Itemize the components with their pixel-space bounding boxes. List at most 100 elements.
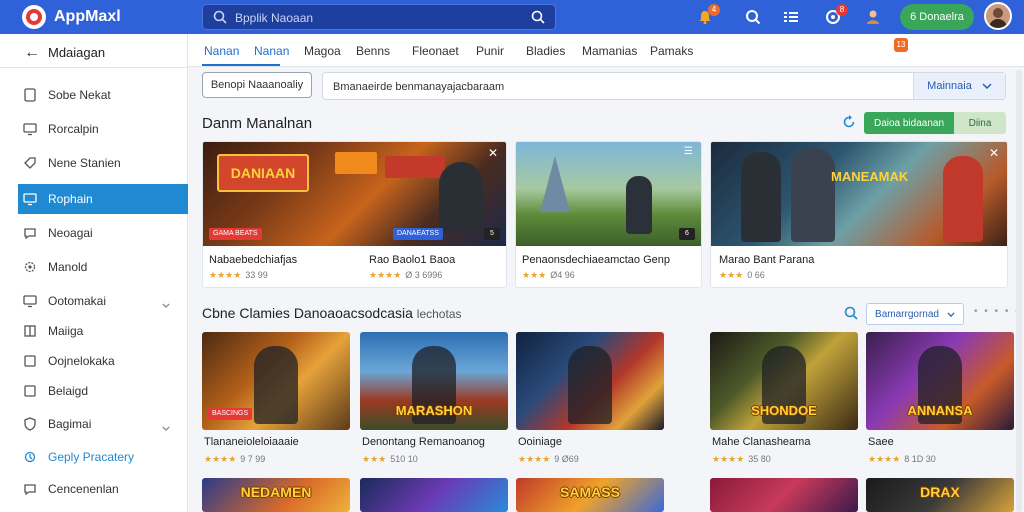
back-row[interactable]: ← Mdaiagan bbox=[0, 34, 188, 68]
tab-item[interactable]: Bladies bbox=[526, 44, 565, 58]
game-card-image: SHONDOE bbox=[710, 332, 858, 430]
section1-action-main[interactable]: Daioa bidaanan bbox=[864, 112, 954, 134]
featured-card-3[interactable]: MANEAMAK ✕ Marao Bant Parana ★★★ 0 66 bbox=[710, 141, 1008, 288]
sidebar-item[interactable]: Neoagai bbox=[18, 218, 188, 248]
search-bar[interactable]: Bpplik Naoaan bbox=[202, 4, 556, 30]
search-submit-icon[interactable] bbox=[531, 10, 545, 29]
featured-card-1[interactable]: DANIAAN GAMA BEATS DANAEATSS 5 ✕ Nabaebe… bbox=[202, 141, 507, 288]
featured-card-2[interactable]: 6 ☰ Penaonsdechiaeamctao Genp ★★★ Ø4 96 bbox=[515, 141, 702, 288]
tab-item[interactable]: Magoa bbox=[304, 44, 341, 58]
sidebar-item-label: Nene Stanien bbox=[48, 156, 121, 170]
game-card-rating: ★★★★ 35 80 bbox=[712, 454, 771, 465]
tab-bar: Nanan Nanan Magoa Benns Fleonaet Punir Bladies… bbox=[188, 34, 1024, 67]
game-card-tag: BASCINGS bbox=[208, 408, 253, 420]
featured-card-1-title-b: Rao Baolo1 Baoa bbox=[369, 254, 456, 266]
tab-item[interactable]: Pamaks bbox=[650, 44, 693, 58]
featured-card-1-rating-b: ★★★★ Ø 3 6996 bbox=[369, 270, 442, 281]
featured-card-2-title: Penaonsdechiaeamctao Genp bbox=[522, 254, 670, 266]
sidebar-item[interactable]: Oojnelokaka bbox=[18, 346, 188, 376]
tab-item[interactable]: Nanan bbox=[204, 44, 239, 58]
cta-button[interactable]: 6 Donaelra bbox=[900, 4, 974, 30]
sidebar-item[interactable]: Ootomakai bbox=[18, 286, 188, 316]
back-arrow-icon[interactable]: ← bbox=[24, 44, 40, 62]
sidebar-item[interactable]: Geply Pracatery bbox=[18, 442, 188, 472]
search-icon[interactable] bbox=[844, 306, 858, 325]
user-icon[interactable] bbox=[864, 8, 882, 26]
notification-icon[interactable]: 8 bbox=[824, 4, 848, 26]
sidebar-item[interactable]: Rorcalpin bbox=[18, 114, 188, 144]
chat-icon bbox=[22, 225, 38, 241]
game-card[interactable]: MARASHON Denontang Remanoanog ★★★ 510 10 bbox=[360, 332, 508, 464]
tab-item[interactable]: Benns bbox=[356, 44, 390, 58]
chat-icon bbox=[22, 481, 38, 497]
bell-icon[interactable]: 4 bbox=[696, 4, 720, 26]
pagination-dots[interactable]: • • • • • bbox=[974, 306, 1021, 317]
notification-badge: 8 bbox=[836, 4, 848, 16]
sidebar-item-label: Ootomakai bbox=[48, 294, 107, 308]
featured-card-1-rating-a: ★★★★ 33 99 bbox=[209, 270, 268, 281]
game-card[interactable]: SHONDOE Mahe Clanasheama ★★★★ 35 80 bbox=[710, 332, 858, 464]
featured-card-3-hero-b bbox=[791, 148, 835, 242]
section2-title: Cbne Clamies Danoaoacsodcasia lechotas bbox=[202, 305, 462, 321]
section1-action-button[interactable]: Daioa bidaanan Diina bbox=[864, 112, 1006, 134]
game-card[interactable] bbox=[710, 478, 858, 512]
game-card-title: Ooiniage bbox=[518, 436, 563, 448]
sidebar-item-label: Belaigd bbox=[48, 384, 89, 398]
game-card[interactable]: NEDAMEN bbox=[202, 478, 350, 512]
featured-card-1-reviews-b: Ø 3 6996 bbox=[405, 270, 443, 280]
game-card[interactable]: BASCINGS Tlananeioleloiaaaie ★★★★ 9 7 99 bbox=[202, 332, 350, 464]
game-card-rating: ★★★★ 9 Ø69 bbox=[518, 454, 579, 465]
featured-card-1-tag-b: DANAEATSS bbox=[393, 228, 443, 240]
featured-card-1-hero bbox=[439, 162, 483, 232]
sidebar-item[interactable]: Bagimai bbox=[18, 409, 188, 439]
sort-dropdown[interactable]: Bamarrgornad bbox=[866, 303, 964, 325]
app-title: AppMaxl bbox=[54, 8, 121, 25]
sidebar-item-label: Bagimai bbox=[48, 417, 92, 431]
sidebar-item[interactable]: Maiiga bbox=[18, 316, 188, 346]
featured-card-2-mountain bbox=[540, 156, 570, 212]
game-card-banner: ANNANSA bbox=[907, 403, 973, 418]
game-card-reviews: 9 7 99 bbox=[240, 454, 266, 464]
chevron-down-icon[interactable] bbox=[162, 418, 170, 436]
menu-icon[interactable] bbox=[782, 8, 800, 26]
close-icon[interactable]: ✕ bbox=[989, 146, 999, 160]
game-card-image bbox=[360, 478, 508, 512]
game-card-rating: ★★★ 510 10 bbox=[362, 454, 418, 465]
tab-item[interactable]: Punir bbox=[476, 44, 504, 58]
filter-button[interactable]: Benopi Naaanoaliy bbox=[202, 72, 312, 98]
section1-action-alt[interactable]: Diina bbox=[954, 112, 1006, 134]
game-card-banner: MARASHON bbox=[395, 403, 473, 418]
menu-icon[interactable]: ☰ bbox=[684, 146, 693, 157]
tab-item[interactable]: Nanan bbox=[254, 44, 289, 58]
refresh-icon[interactable] bbox=[842, 115, 856, 134]
search-input[interactable]: Bpplik Naoaan bbox=[235, 11, 313, 25]
app-logo-icon[interactable] bbox=[22, 5, 46, 29]
magnify-icon[interactable] bbox=[744, 8, 762, 26]
game-card-title: Saee bbox=[868, 436, 894, 448]
chevron-down-icon[interactable] bbox=[162, 295, 170, 313]
game-card-reviews: 510 10 bbox=[390, 454, 418, 464]
scrollbar[interactable] bbox=[1016, 70, 1022, 512]
game-card[interactable]: SAMASS bbox=[516, 478, 664, 512]
sidebar-item[interactable]: Manold bbox=[18, 252, 188, 282]
chevron-down-icon bbox=[947, 309, 955, 320]
sidebar-item[interactable]: Belaigd bbox=[18, 376, 188, 406]
filter-dropdown[interactable]: Mainnaia bbox=[913, 73, 1005, 99]
tab-item[interactable]: Mamanias bbox=[582, 44, 637, 58]
sidebar-item[interactable]: Cencenenlan bbox=[18, 474, 188, 504]
sidebar-item-label: Rophain bbox=[48, 192, 93, 206]
filter-input[interactable]: Bmanaeirde benmanayajacbaraam Mainnaia bbox=[322, 72, 1006, 100]
close-icon[interactable]: ✕ bbox=[488, 146, 498, 160]
sidebar-item[interactable]: Sobe Nekat bbox=[18, 80, 188, 110]
avatar[interactable] bbox=[984, 2, 1012, 30]
game-card[interactable] bbox=[360, 478, 508, 512]
sidebar-item[interactable]: Nene Stanien bbox=[18, 148, 188, 178]
sidebar-item[interactable]: Rophain bbox=[18, 184, 188, 214]
game-card[interactable]: ANNANSA Saee ★★★★ 8 1D 30 bbox=[866, 332, 1014, 464]
gear-icon bbox=[22, 259, 38, 275]
game-card[interactable]: Ooiniage ★★★★ 9 Ø69 bbox=[516, 332, 664, 464]
game-card[interactable]: DRAX bbox=[866, 478, 1014, 512]
section2-subtitle: lechotas bbox=[416, 307, 462, 321]
bell-badge: 4 bbox=[708, 4, 720, 16]
tab-item[interactable]: Fleonaet bbox=[412, 44, 459, 58]
